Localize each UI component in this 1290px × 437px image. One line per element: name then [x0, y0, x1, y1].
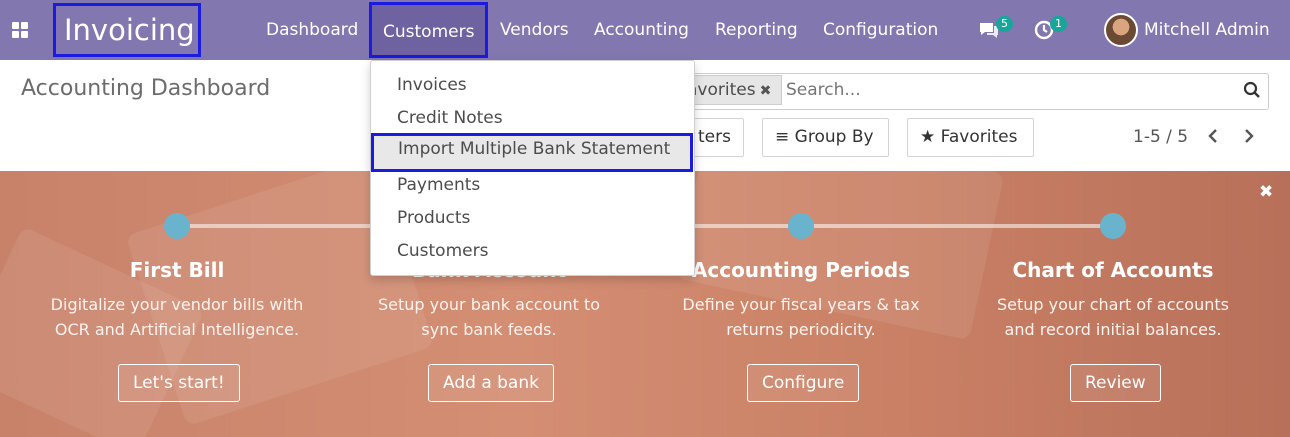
menu-dashboard[interactable]: Dashboard: [266, 0, 358, 60]
list-icon: ≡: [775, 127, 790, 147]
step-description: Define your fiscal years & tax: [682, 295, 920, 314]
group-by-button[interactable]: ≡ Group By: [762, 118, 889, 157]
step-dot: [1100, 213, 1126, 239]
group-by-label: Group By: [794, 127, 874, 147]
review-button[interactable]: Review: [1070, 364, 1161, 402]
activities-badge: 1: [1050, 16, 1067, 32]
add-bank-button[interactable]: Add a bank: [428, 364, 554, 402]
step-title: First Bill: [129, 258, 225, 282]
dropdown-item-invoices[interactable]: Invoices: [371, 69, 694, 102]
step-description: sync bank feeds.: [421, 320, 557, 339]
dropdown-item-payments[interactable]: Payments: [371, 169, 694, 202]
step-description: returns periodicity.: [726, 320, 876, 339]
user-name[interactable]: Mitchell Admin: [1144, 0, 1270, 60]
facet-label: avorites: [687, 80, 756, 100]
app-brand[interactable]: Invoicing: [53, 3, 201, 57]
top-navbar: Invoicing Dashboard Customers Vendors Ac…: [0, 0, 1290, 60]
menu-customers[interactable]: Customers: [369, 2, 489, 58]
menu-vendors[interactable]: Vendors: [500, 0, 569, 60]
menu-accounting[interactable]: Accounting: [594, 0, 689, 60]
step-description: Setup your chart of accounts: [997, 295, 1229, 314]
progress-line: [813, 224, 1101, 228]
menu-reporting[interactable]: Reporting: [715, 0, 798, 60]
dropdown-item-import-bank-statement[interactable]: Import Multiple Bank Statement: [371, 133, 693, 172]
pager-value[interactable]: 1-5 / 5: [1133, 127, 1188, 147]
step-chart-of-accounts: Chart of Accounts Setup your chart of ac…: [957, 258, 1269, 342]
customers-dropdown: Invoices Credit Notes Import Multiple Ba…: [370, 60, 695, 276]
dropdown-item-customers[interactable]: Customers: [371, 235, 694, 268]
step-description: Digitalize your vendor bills with: [50, 295, 304, 314]
favorites-button[interactable]: ★ Favorites: [907, 118, 1034, 157]
step-dot: [788, 213, 814, 239]
dropdown-item-products[interactable]: Products: [371, 202, 694, 235]
page-title: Accounting Dashboard: [21, 76, 271, 101]
search-input[interactable]: [786, 80, 1226, 100]
avatar[interactable]: [1104, 13, 1138, 47]
banner-close-icon[interactable]: ✖: [1259, 182, 1273, 202]
messages-badge: 5: [996, 16, 1013, 32]
filters-label: ters: [698, 127, 731, 147]
close-icon[interactable]: ✖: [760, 83, 772, 99]
configure-button[interactable]: Configure: [747, 364, 860, 402]
menu-configuration[interactable]: Configuration: [823, 0, 938, 60]
step-title: Chart of Accounts: [1012, 258, 1214, 282]
star-icon: ★: [920, 127, 936, 147]
lets-start-button[interactable]: Let's start!: [118, 364, 240, 402]
step-first-bill: First Bill Digitalize your vendor bills …: [21, 258, 333, 342]
step-description: and record initial balances.: [1004, 320, 1222, 339]
step-description: Setup your bank account to: [377, 295, 601, 314]
dropdown-item-credit-notes[interactable]: Credit Notes: [371, 102, 694, 135]
step-description: OCR and Artificial Intelligence.: [54, 320, 300, 339]
step-dot: [164, 213, 190, 239]
apps-icon[interactable]: [12, 22, 28, 38]
chevron-left-icon[interactable]: [1207, 126, 1219, 151]
search-icon[interactable]: [1243, 81, 1261, 99]
favorites-label: Favorites: [940, 127, 1018, 147]
chevron-right-icon[interactable]: [1243, 126, 1255, 151]
